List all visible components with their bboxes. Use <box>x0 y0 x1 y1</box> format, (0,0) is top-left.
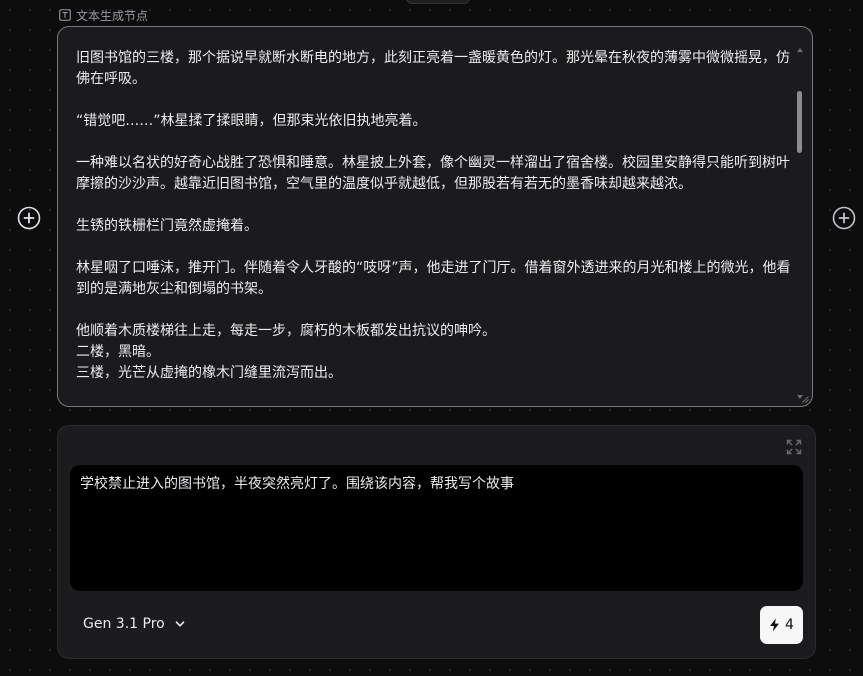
scroll-thumb[interactable] <box>797 91 802 153</box>
story-paragraph: 生锈的铁栅栏门竟然虚掩着。 <box>76 218 258 234</box>
story-paragraph: 旧图书馆的三楼，那个据说早就断水断电的地方，此刻正亮着一盏暖黄色的灯。那光晕在秋… <box>76 50 790 87</box>
node-title: 文本生成节点 <box>59 6 148 24</box>
story-paragraph: 一种难以名状的好奇心战胜了恐惧和睡意。林星披上外套，像个幽灵一样溜出了宿舍楼。校… <box>76 155 790 192</box>
generate-cost: 4 <box>785 617 794 633</box>
chevron-down-icon <box>175 621 185 627</box>
story-paragraph: 林星咽了口唾沫，推开门。伴随着令人牙酸的“吱呀”声，他走进了门厅。借着窗外透进来… <box>76 260 791 297</box>
plus-circle-icon <box>17 206 41 230</box>
input-panel: 学校禁止进入的图书馆，半夜突然亮灯了。围绕该内容，帮我写个故事 Gen 3.1 … <box>57 425 816 659</box>
story-line: 二楼，黑暗。 <box>76 344 160 360</box>
expand-icon <box>786 439 802 455</box>
model-dropdown-label: Gen 3.1 Pro <box>83 616 165 632</box>
model-dropdown[interactable]: Gen 3.1 Pro <box>83 613 186 635</box>
add-node-left-button[interactable] <box>17 206 41 230</box>
story-line: 他顺着木质楼梯往上走，每走一步，腐朽的木板都发出抗议的呻吟。 <box>76 323 496 339</box>
output-scrollbar[interactable] <box>795 45 805 399</box>
generate-button[interactable]: 4 <box>760 606 803 644</box>
generated-story-text[interactable]: 旧图书馆的三楼，那个据说早就断水断电的地方，此刻正亮着一盏暖黄色的灯。那光晕在秋… <box>76 48 791 398</box>
output-panel[interactable]: 旧图书馆的三楼，那个据说早就断水断电的地方，此刻正亮着一盏暖黄色的灯。那光晕在秋… <box>57 26 813 407</box>
lightning-icon <box>770 618 780 632</box>
plus-circle-icon <box>832 206 856 230</box>
add-node-right-button[interactable] <box>832 206 856 230</box>
story-line: 三楼，光芒从虚掩的橡木门缝里流泻而出。 <box>76 365 342 381</box>
node-title-label: 文本生成节点 <box>76 8 149 23</box>
expand-button[interactable] <box>786 439 802 455</box>
scroll-up-arrow-icon[interactable] <box>797 48 803 52</box>
text-icon <box>59 9 71 21</box>
prompt-input[interactable]: 学校禁止进入的图书馆，半夜突然亮灯了。围绕该内容，帮我写个故事 <box>70 465 803 591</box>
top-handle <box>406 0 470 4</box>
story-paragraph: “错觉吧……”林星揉了揉眼睛，但那束光依旧执地亮着。 <box>76 113 427 129</box>
resize-handle-icon[interactable] <box>801 395 809 403</box>
